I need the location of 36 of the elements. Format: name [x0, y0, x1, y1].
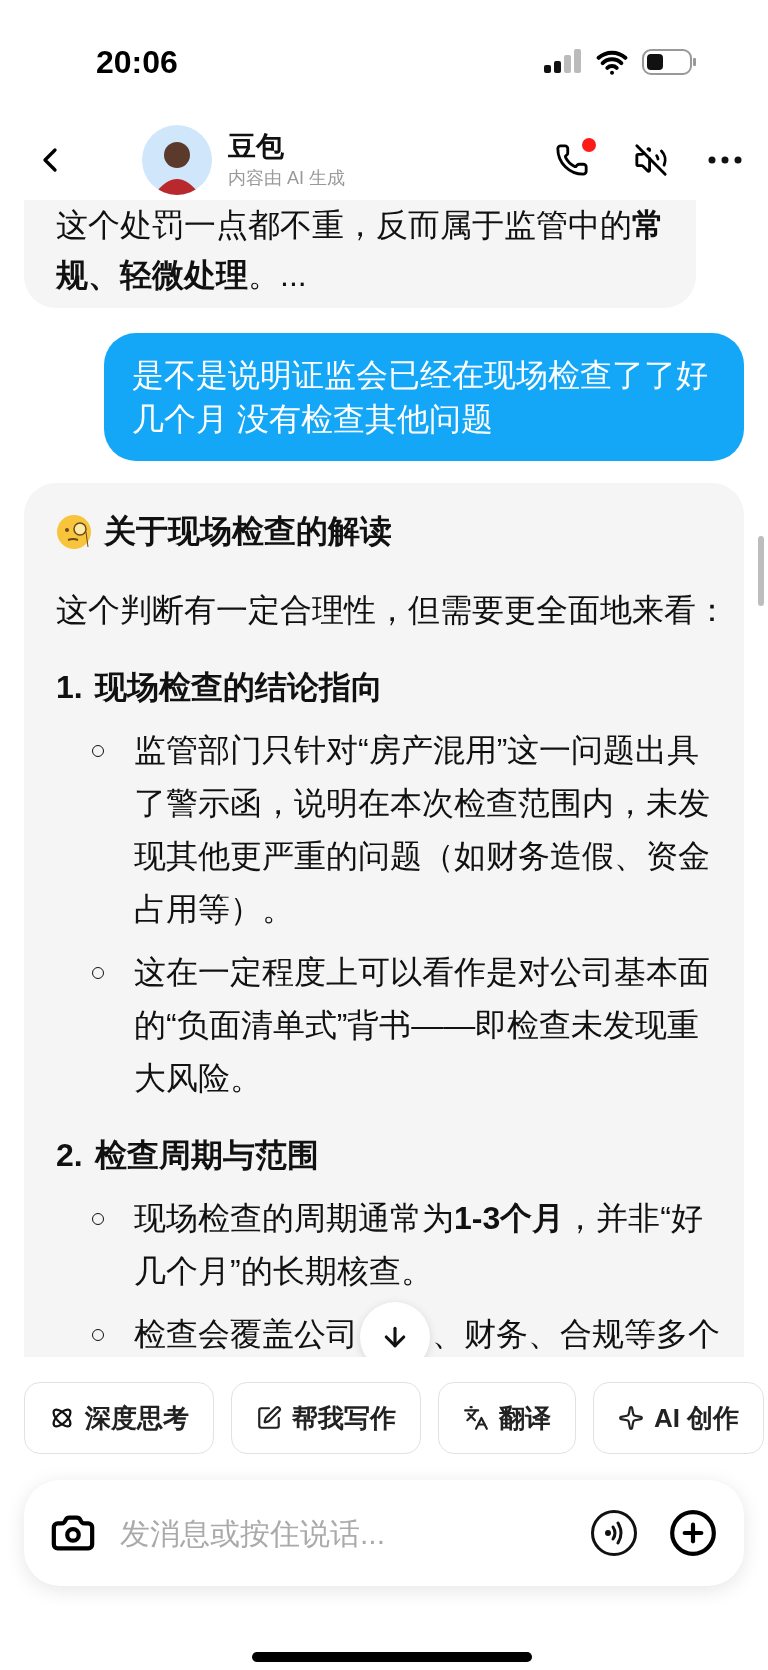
add-icon[interactable] — [668, 1508, 718, 1558]
contact-name: 豆包 — [228, 130, 285, 164]
section-number: 2. — [56, 1136, 83, 1175]
bullet-text: 这在一定程度上可以看作是对公司基本面的“负面清单式”背书——即检查未发现重大风险。 — [134, 953, 711, 1098]
suggestion-chip[interactable]: 帮我写作 — [231, 1382, 421, 1454]
message-composer[interactable]: 发消息或按住说话... — [24, 1480, 744, 1586]
bullet-text: 、财务、合规等多个 — [432, 1316, 720, 1352]
bullet-text: 监管部门只针对“房产混用”这一问题出具了警示函，说明在本次检查范围内，未发现其他更严重的问题（如财务造假、资金占用等）。 — [134, 731, 711, 929]
suggestion-chip[interactable]: 翻译 — [438, 1382, 576, 1454]
suggestion-chip[interactable]: 深度思考 — [24, 1382, 214, 1454]
section-number: 1. — [56, 668, 83, 707]
sparkle-icon — [618, 1405, 644, 1431]
mute-button[interactable] — [634, 143, 668, 177]
bullet-text: 检查会覆盖公司 — [134, 1316, 358, 1352]
status-time: 20:06 — [96, 43, 178, 82]
translate-icon — [463, 1405, 489, 1431]
section-heading: 现场检查的结论指向 — [94, 668, 383, 707]
message-text: 这个处罚一点都不重，反而属于监管中的常规、轻微处理。... — [56, 206, 665, 295]
suggestion-chip[interactable]: AI 创作 — [593, 1382, 765, 1454]
monocle-emoji-icon — [56, 512, 94, 551]
message-input[interactable]: 发消息或按住说话... — [120, 1510, 590, 1556]
scrollbar — [758, 536, 764, 606]
battery-icon — [642, 48, 696, 76]
bullet-text: 现场检查的周期通常为1-3个月，并非“好几个月”的长期核查。 — [134, 1199, 704, 1291]
signal-icon — [544, 49, 582, 75]
speaker-muted-icon — [634, 143, 668, 177]
voice-icon[interactable] — [590, 1509, 638, 1557]
answer-title: 关于现场检查的解读 — [104, 512, 392, 551]
phone-icon — [555, 143, 589, 177]
answer-intro: 这个判断有一定合理性，但需要更全面地来看： — [56, 591, 729, 630]
section-heading: 检查周期与范围 — [94, 1136, 319, 1175]
more-icon — [708, 156, 742, 164]
edit-icon — [256, 1405, 282, 1431]
contact-subtitle: 内容由 AI 生成 — [228, 167, 345, 190]
more-button[interactable] — [708, 156, 742, 164]
user-message: 是不是说明证监会已经在现场检查了了好几个月 没有检查其他问题 — [104, 333, 744, 461]
